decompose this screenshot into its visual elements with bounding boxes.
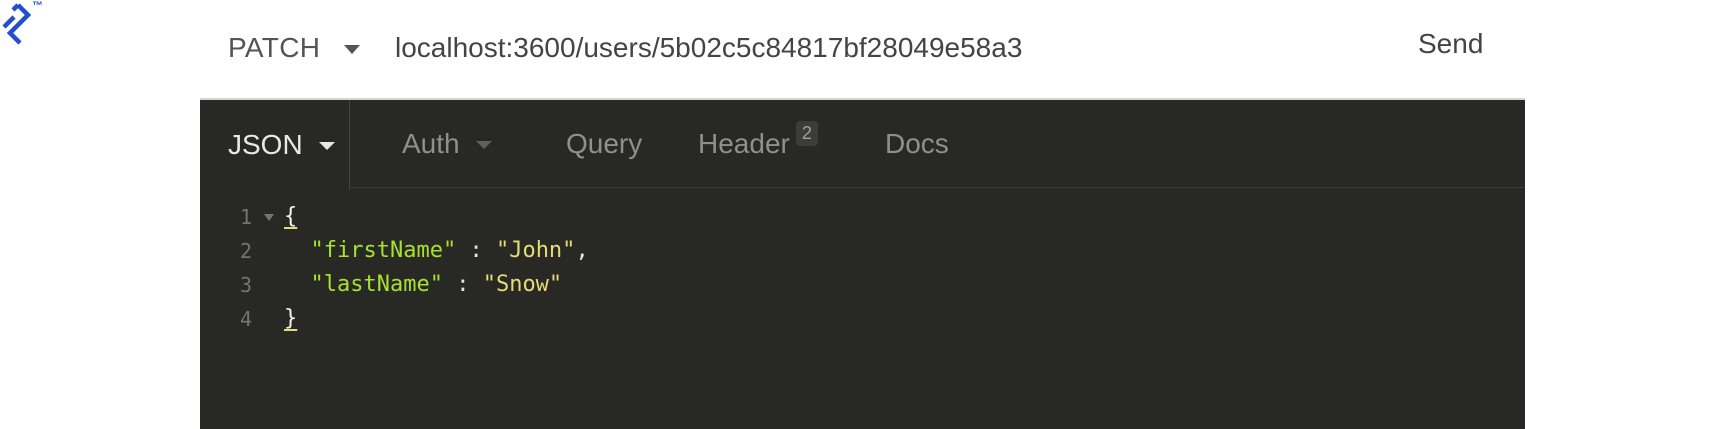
json-value: "John"	[495, 238, 576, 263]
code-line: 1 {	[200, 200, 1525, 234]
method-dropdown[interactable]: PATCH	[228, 30, 361, 66]
json-separator: :	[442, 272, 483, 297]
tab-query-label: Query	[566, 127, 643, 159]
code-line: 2 "firstName" : "John",	[200, 234, 1525, 268]
tab-auth-label: Auth	[402, 127, 460, 159]
line-content: {	[284, 200, 297, 234]
app-root: ™ PATCH Send JSON Auth Query Header 2	[0, 0, 1720, 429]
tab-json-label: JSON	[228, 129, 303, 160]
line-content: }	[284, 302, 297, 336]
url-bar: PATCH Send	[200, 0, 1525, 98]
json-separator: :	[456, 238, 496, 263]
request-tabs: JSON Auth Query Header 2 Docs	[200, 100, 1525, 190]
header-count-badge: 2	[795, 121, 818, 146]
line-content: "lastName" : "Snow"	[284, 268, 563, 302]
json-key: "lastName"	[310, 272, 443, 297]
line-content: "firstName" : "John",	[284, 234, 589, 268]
tab-header-label: Header	[698, 127, 790, 159]
line-number: 3	[239, 273, 252, 297]
json-comma: ,	[575, 238, 589, 263]
open-brace: {	[284, 204, 298, 229]
close-brace: }	[284, 306, 298, 331]
tab-auth[interactable]: Auth	[350, 100, 508, 188]
brand-logo-icon: ™	[0, 0, 50, 50]
tab-strip-filler	[984, 100, 1525, 188]
trademark-mark: ™	[32, 0, 43, 12]
json-value: "Snow"	[482, 272, 563, 297]
tab-docs[interactable]: Docs	[850, 100, 984, 188]
line-number: 2	[239, 239, 252, 263]
tab-query[interactable]: Query	[508, 100, 658, 188]
line-number: 1	[239, 205, 252, 229]
tab-docs-label: Docs	[885, 127, 949, 159]
json-editor[interactable]: 1 { 2 "firstName" : "John", 3 "lastName"…	[200, 200, 1525, 336]
send-button[interactable]: Send	[1418, 28, 1483, 60]
chevron-down-icon	[318, 142, 335, 150]
chevron-down-icon	[475, 140, 492, 149]
json-key: "firstName"	[310, 238, 457, 263]
line-number: 4	[239, 307, 252, 331]
url-input[interactable]	[395, 28, 1295, 68]
fold-arrow-icon[interactable]	[264, 214, 274, 221]
code-line: 3 "lastName" : "Snow"	[200, 268, 1525, 302]
tab-header[interactable]: Header 2	[658, 100, 850, 188]
request-body-panel: JSON Auth Query Header 2 Docs 1 {2 "fir…	[200, 98, 1525, 429]
method-label: PATCH	[228, 32, 321, 63]
tab-json[interactable]: JSON	[200, 100, 350, 190]
code-line: 4 }	[200, 302, 1525, 336]
chevron-down-icon	[344, 44, 361, 54]
